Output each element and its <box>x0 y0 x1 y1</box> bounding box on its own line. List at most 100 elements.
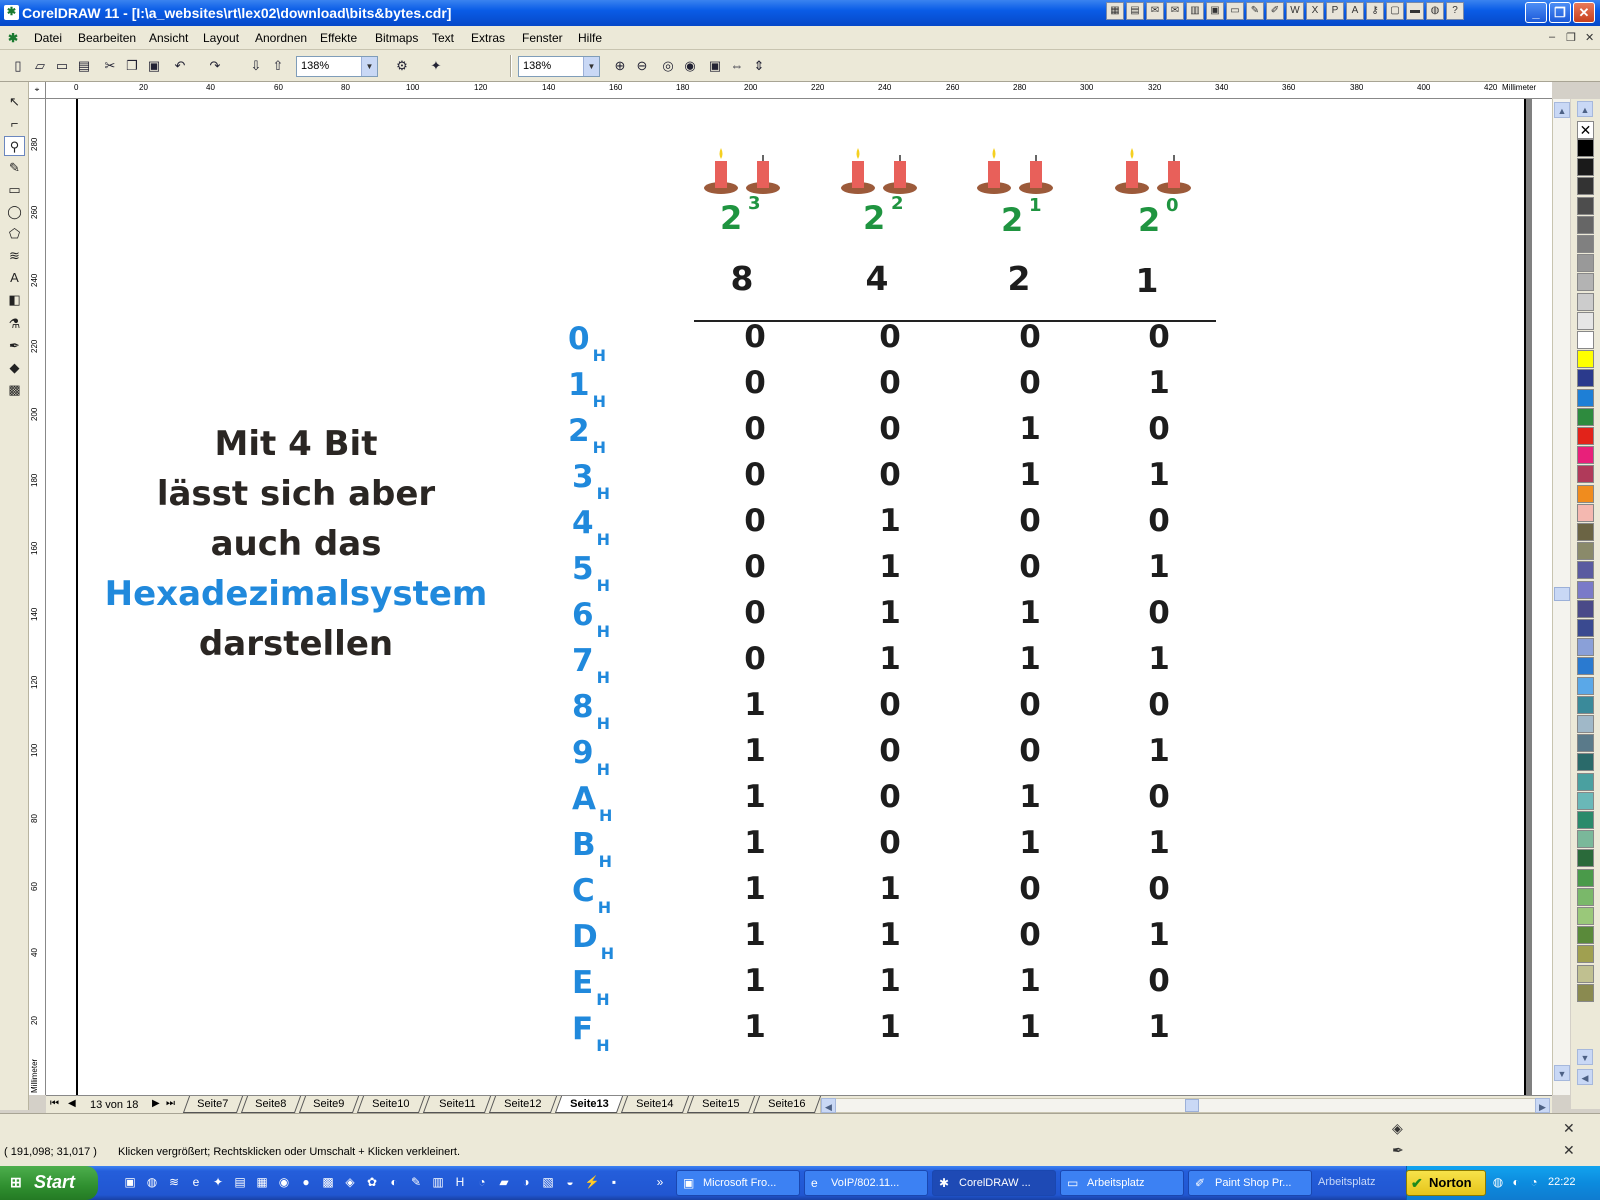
last-page-icon[interactable]: ⏭ <box>166 1098 175 1109</box>
color-swatch[interactable] <box>1577 580 1594 599</box>
vertical-scrollbar[interactable]: ▲ ▼ <box>1552 99 1570 1095</box>
color-swatch[interactable] <box>1577 542 1594 561</box>
redo-icon[interactable]: ↷ <box>205 56 225 76</box>
save-icon[interactable]: ▭ <box>52 56 72 76</box>
export-icon[interactable]: ⇧ <box>268 56 288 76</box>
tray-network-icon[interactable]: ◍ <box>1490 1174 1506 1190</box>
access-icon[interactable]: A <box>1346 2 1364 20</box>
key-icon[interactable]: ⚷ <box>1366 2 1384 20</box>
scrollbar-thumb[interactable] <box>1554 587 1570 601</box>
color-swatch[interactable] <box>1577 791 1594 810</box>
color-swatch[interactable] <box>1577 945 1594 964</box>
undo-icon[interactable]: ↶ <box>170 56 190 76</box>
quicklaunch-icon[interactable]: ⚡ <box>584 1174 600 1190</box>
application-launcher-icon[interactable]: ⚙ <box>392 56 412 76</box>
address-toolbar-label[interactable]: Arbeitsplatz <box>1318 1174 1398 1190</box>
horizontal-scrollbar[interactable]: ◀ ▶ <box>820 1098 1550 1113</box>
quicklaunch-icon[interactable]: ▦ <box>254 1174 270 1190</box>
menu-effekte[interactable]: Effekte <box>320 31 357 45</box>
card-icon[interactable]: ▭ <box>1226 2 1244 20</box>
quicklaunch-icon[interactable]: ▣ <box>122 1174 138 1190</box>
menu-extras[interactable]: Extras <box>471 31 505 45</box>
quicklaunch-icon[interactable]: ● <box>298 1174 314 1190</box>
menu-fenster[interactable]: Fenster <box>522 31 563 45</box>
color-swatch[interactable] <box>1577 868 1594 887</box>
copy-icon[interactable]: ❐ <box>122 56 142 76</box>
clock[interactable]: 22:22 <box>1548 1176 1576 1188</box>
scroll-left-arrow-icon[interactable]: ◀ <box>821 1098 836 1113</box>
monitor-icon[interactable]: ▬ <box>1406 2 1424 20</box>
page-tab[interactable]: Seite11 <box>422 1096 492 1113</box>
tray-security-icon[interactable]: ◐ <box>1508 1174 1524 1190</box>
page-tab[interactable]: Seite8 <box>240 1096 302 1113</box>
zoom-all-icon[interactable]: ◉ <box>680 56 700 76</box>
outline-tool-icon[interactable]: ✒ <box>4 336 25 356</box>
quicklaunch-icon[interactable]: ✦ <box>210 1174 226 1190</box>
taskbar-item[interactable]: ✐ Paint Shop Pr... <box>1188 1170 1312 1196</box>
pick-tool-icon[interactable]: ↖ <box>4 92 25 112</box>
menu-bitmaps[interactable]: Bitmaps <box>375 31 418 45</box>
zoom-height-icon[interactable]: ⇕ <box>749 56 769 76</box>
quicklaunch-icon[interactable]: ▥ <box>430 1174 446 1190</box>
page-tab[interactable]: Seite16 <box>752 1096 822 1113</box>
scroll-up-arrow-icon[interactable]: ▲ <box>1554 102 1570 118</box>
new-icon[interactable]: ▯ <box>8 56 28 76</box>
folder-icon[interactable]: ▤ <box>1126 2 1144 20</box>
corel-online-icon[interactable]: ✦ <box>426 56 446 76</box>
import-icon[interactable]: ⇩ <box>246 56 266 76</box>
fill-tool-icon[interactable]: ◆ <box>4 358 25 378</box>
no-color-swatch[interactable]: ✕ <box>1577 121 1594 139</box>
color-swatch[interactable] <box>1577 215 1594 234</box>
prev-page-icon[interactable]: ◀ <box>68 1098 76 1109</box>
page-tab[interactable]: Seite9 <box>298 1096 360 1113</box>
norton-button[interactable]: ✔ Norton <box>1406 1170 1486 1196</box>
color-swatch[interactable] <box>1577 734 1594 753</box>
drawing-canvas[interactable]: Mit 4 Bit lässt sich aber auch das Hexad… <box>46 99 1552 1095</box>
spiral-tool-icon[interactable]: ≋ <box>4 246 25 266</box>
scroll-down-arrow-icon[interactable]: ▼ <box>1554 1065 1570 1081</box>
open-icon[interactable]: ▱ <box>30 56 50 76</box>
palette-expand-arrow-icon[interactable]: ◀ <box>1577 1069 1593 1085</box>
mail-open-icon[interactable]: ✉ <box>1166 2 1184 20</box>
page-tab[interactable]: Seite12 <box>488 1096 558 1113</box>
color-swatch[interactable] <box>1577 753 1594 772</box>
chevron-down-icon[interactable]: ▼ <box>583 57 599 76</box>
taskbar-item-active[interactable]: ✱ CorelDRAW ... <box>932 1170 1056 1196</box>
zoom-level-select[interactable]: 138% ▼ <box>296 56 378 77</box>
quicklaunch-icon[interactable]: ◐ <box>386 1174 402 1190</box>
color-swatch[interactable] <box>1577 657 1594 676</box>
color-swatch[interactable] <box>1577 830 1594 849</box>
color-swatch[interactable] <box>1577 177 1594 196</box>
quicklaunch-icon[interactable]: ✎ <box>408 1174 424 1190</box>
color-swatch[interactable] <box>1577 676 1594 695</box>
excel-icon[interactable]: X <box>1306 2 1324 20</box>
color-swatch[interactable] <box>1577 484 1594 503</box>
document-icon[interactable]: ✱ <box>8 31 18 45</box>
color-swatch[interactable] <box>1577 331 1594 349</box>
show-more-icon[interactable]: » <box>652 1174 668 1190</box>
zoom-in-icon[interactable]: ⊕ <box>610 56 630 76</box>
color-swatch[interactable] <box>1577 772 1594 791</box>
powerpoint-icon[interactable]: P <box>1326 2 1344 20</box>
menu-ansicht[interactable]: Ansicht <box>149 31 188 45</box>
zoom-toolbar-select[interactable]: 138% ▼ <box>518 56 600 77</box>
scrollbar-thumb[interactable] <box>1185 1099 1199 1112</box>
word-icon[interactable]: W <box>1286 2 1304 20</box>
minimize-button[interactable]: _ <box>1525 2 1547 23</box>
color-swatch[interactable] <box>1577 369 1594 388</box>
maximize-button[interactable]: ❐ <box>1549 2 1571 23</box>
shape-tool-icon[interactable]: ⌐ <box>4 114 25 134</box>
quicklaunch-icon[interactable]: ≋ <box>166 1174 182 1190</box>
color-swatch[interactable] <box>1577 388 1594 407</box>
chevron-down-icon[interactable]: ▼ <box>361 57 377 76</box>
quicklaunch-icon[interactable]: ◔ <box>474 1174 490 1190</box>
menu-anordnen[interactable]: Anordnen <box>255 31 307 45</box>
text-tool-icon[interactable]: A <box>4 268 25 288</box>
color-swatch[interactable] <box>1577 273 1594 292</box>
menu-layout[interactable]: Layout <box>203 31 239 45</box>
color-swatch[interactable] <box>1577 887 1594 906</box>
window-icon[interactable]: ▢ <box>1386 2 1404 20</box>
pencil-icon[interactable]: ✐ <box>1266 2 1284 20</box>
eyedropper-tool-icon[interactable]: ⚗ <box>4 314 25 334</box>
doc-close-button[interactable]: ✕ <box>1585 31 1594 44</box>
